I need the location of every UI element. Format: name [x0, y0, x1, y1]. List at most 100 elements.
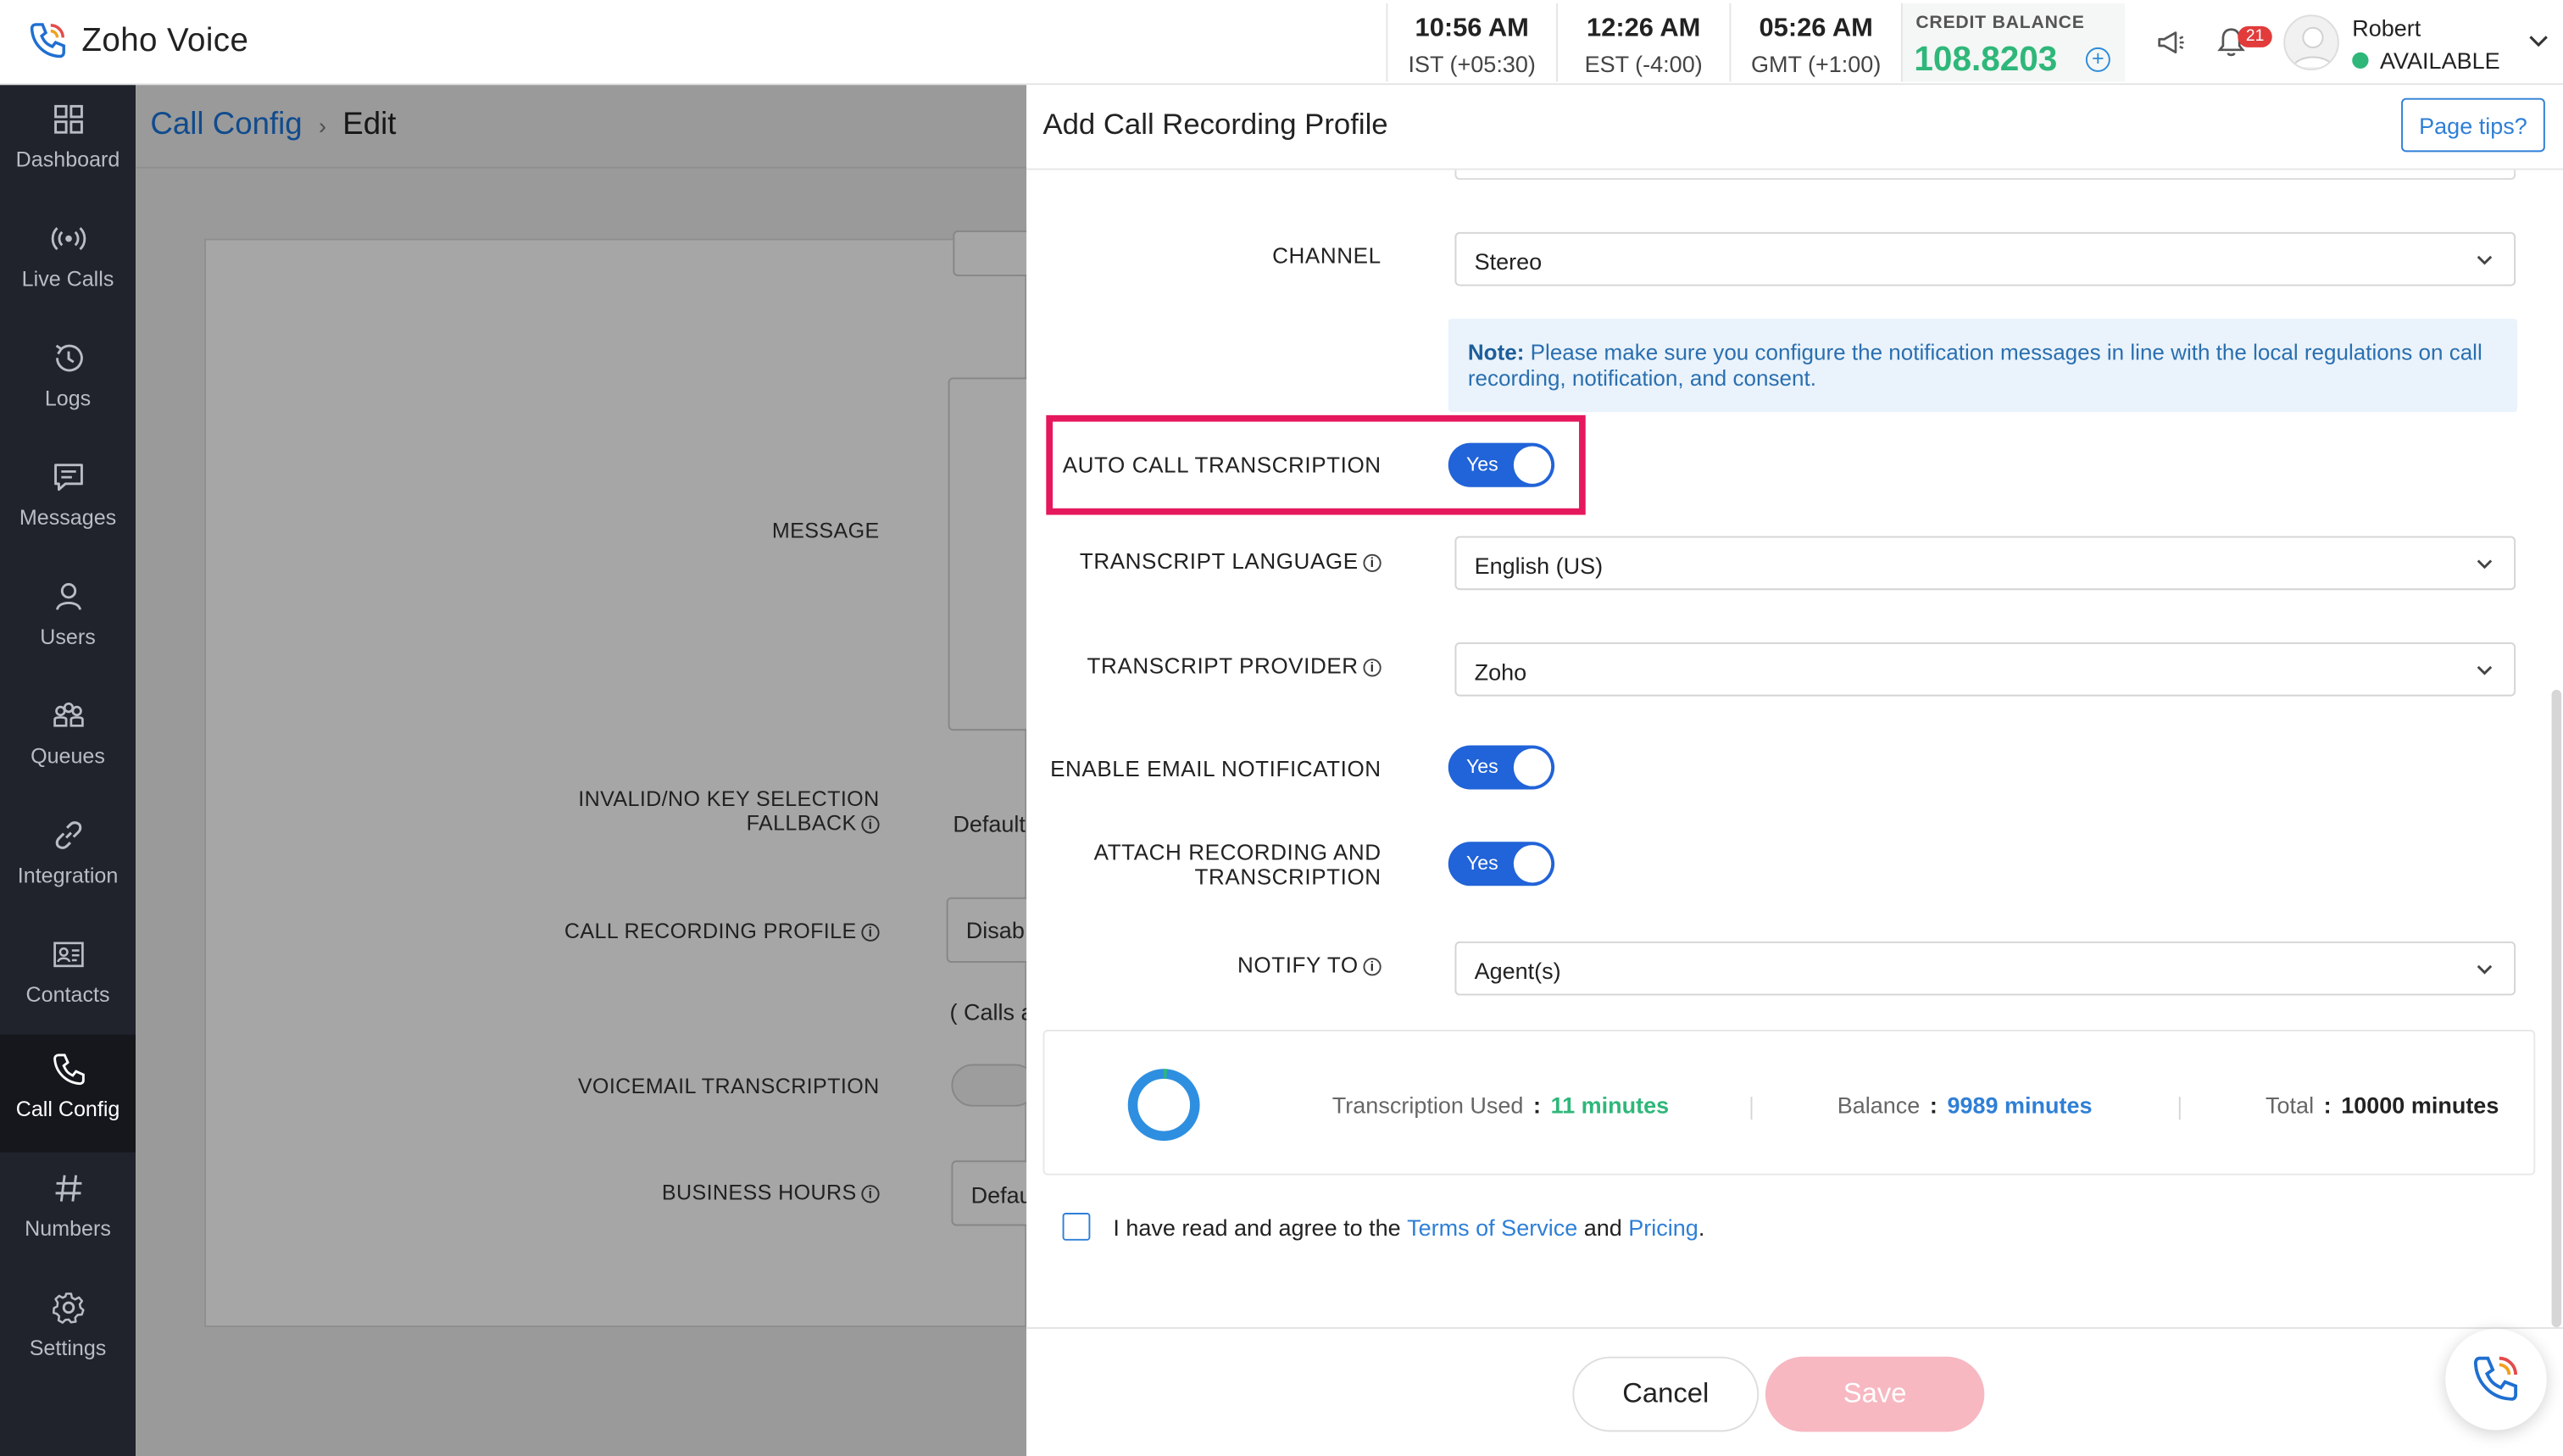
drawer-header: Add Call Recording Profile Page tips?: [1026, 85, 2563, 170]
terms-agreement: I have read and agree to the Terms of Se…: [1062, 1213, 1705, 1241]
clock-time: 05:26 AM: [1759, 14, 1873, 43]
balance-label: Balance: [1837, 1092, 1921, 1119]
sidebar-item-users[interactable]: Users: [0, 562, 136, 680]
phone-logo-icon: [30, 23, 65, 58]
transcription-used: Transcription Used:11 minutes: [1332, 1092, 1670, 1119]
divider: [1750, 1097, 1753, 1120]
toggle-label: Yes: [1465, 851, 1498, 875]
channel-select[interactable]: Stereo: [1454, 231, 2516, 286]
note-prefix: Note:: [1467, 340, 1525, 365]
auto-call-transcription-toggle[interactable]: Yes: [1448, 442, 1555, 487]
toggle-knob: [1513, 845, 1552, 883]
notify-to-select[interactable]: Agent(s): [1454, 941, 2516, 996]
drawer-title: Add Call Recording Profile: [1042, 108, 1388, 141]
terms-link[interactable]: Terms of Service: [1407, 1214, 1577, 1240]
sidebar-item-label: Call Config: [15, 1097, 120, 1122]
queues-icon: [53, 702, 83, 727]
note-text: Please make sure you configure the notif…: [1467, 340, 2482, 390]
clock-est: 12:26 AM EST (-4:00): [1556, 3, 1729, 82]
total-value: 10000 minutes: [2341, 1092, 2499, 1119]
sidebar-item-integration[interactable]: Integration: [0, 801, 136, 919]
channel-value: Stereo: [1474, 248, 1543, 275]
chevron-down-icon: [2477, 255, 2493, 265]
app-logo[interactable]: Zoho Voice: [26, 19, 248, 62]
credit-label: CREDIT BALANCE: [1915, 13, 2085, 33]
pricing-link[interactable]: Pricing: [1628, 1214, 1698, 1240]
toggle-label: Yes: [1465, 755, 1498, 779]
agree-checkbox[interactable]: [1062, 1213, 1091, 1241]
save-button[interactable]: Save: [1765, 1356, 1985, 1432]
notify-to-label: NOTIFY TO i: [1026, 953, 1382, 977]
settings-icon: [52, 1292, 84, 1324]
dashboard-icon: [53, 104, 82, 134]
sidebar-item-contacts[interactable]: Contacts: [0, 920, 136, 1038]
drawer-footer: Cancel Save: [1026, 1327, 2563, 1456]
clock-zone: GMT (+1:00): [1751, 50, 1882, 77]
toggle-knob: [1513, 748, 1552, 786]
sidebar-item-live-calls[interactable]: Live Calls: [0, 204, 136, 322]
notify-to-text: NOTIFY TO: [1237, 953, 1359, 978]
used-label: Transcription Used: [1332, 1092, 1524, 1119]
modal-overlay[interactable]: [136, 85, 1027, 1456]
chevron-down-icon: [2477, 964, 2493, 975]
credit-value: 108.8203: [1914, 41, 2058, 79]
usage-donut-chart: [1127, 1069, 1200, 1142]
sidebar-item-label: Settings: [29, 1335, 107, 1360]
transcript-provider-value: Zoho: [1474, 659, 1527, 686]
chevron-down-icon: [2477, 559, 2493, 570]
agree-end: .: [1698, 1213, 1705, 1240]
clock-ist: 10:56 AM IST (+05:30): [1386, 3, 1556, 82]
sidebar-item-dashboard[interactable]: Dashboard: [0, 85, 136, 203]
attach-recording-toggle[interactable]: Yes: [1448, 842, 1555, 886]
app-title: Zoho Voice: [81, 22, 249, 58]
sidebar-item-logs[interactable]: Logs: [0, 324, 136, 442]
avatar[interactable]: [2283, 14, 2339, 70]
sidebar-item-queues[interactable]: Queues: [0, 681, 136, 799]
sidebar-item-call-config[interactable]: Call Config: [0, 1034, 136, 1153]
sidebar-item-label: Queues: [31, 743, 105, 769]
transcript-provider-text: TRANSCRIPT PROVIDER: [1087, 653, 1359, 679]
chevron-down-icon[interactable]: [2527, 30, 2550, 53]
user-name[interactable]: Robert: [2352, 14, 2421, 41]
user-status[interactable]: AVAILABLE: [2352, 47, 2500, 74]
info-icon[interactable]: i: [1363, 553, 1382, 573]
sidebar-item-messages[interactable]: Messages: [0, 443, 136, 561]
info-icon[interactable]: i: [1363, 958, 1382, 976]
channel-label: CHANNEL: [1272, 243, 1382, 269]
sidebar-item-label: Live Calls: [21, 266, 114, 292]
email-notification-toggle[interactable]: Yes: [1448, 745, 1555, 790]
contacts-icon: [53, 942, 83, 968]
sidebar-item-settings[interactable]: Settings: [0, 1273, 136, 1391]
numbers-icon: [54, 1175, 81, 1202]
clock-zone: EST (-4:00): [1584, 50, 1703, 77]
toggle-knob: [1513, 446, 1552, 484]
integration-icon: [54, 821, 81, 849]
add-credit-icon[interactable]: +: [2085, 47, 2110, 72]
sidebar-item-numbers[interactable]: Numbers: [0, 1154, 136, 1272]
user-avatar-icon: [2292, 26, 2334, 68]
add-call-recording-profile-drawer: CHANNEL Stereo Note: Please make sure yo…: [1026, 85, 2563, 1456]
scrollbar[interactable]: [2551, 689, 2562, 1328]
cancel-button[interactable]: Cancel: [1572, 1356, 1760, 1432]
sidebar: Dashboard Live Calls Logs Messages Users…: [0, 85, 136, 1456]
announcement-icon[interactable]: [2154, 26, 2188, 59]
sidebar-item-label: Logs: [44, 386, 92, 411]
toggle-label: Yes: [1465, 453, 1498, 476]
attach-recording-line2: TRANSCRIPTION: [1194, 864, 1382, 890]
transcription-balance: Balance:9989 minutes: [1837, 1092, 2093, 1119]
sidebar-item-label: Dashboard: [15, 147, 120, 172]
call-widget-button[interactable]: [2445, 1328, 2547, 1431]
clock-time: 10:56 AM: [1415, 14, 1529, 43]
transcript-language-select[interactable]: English (US): [1454, 536, 2516, 591]
page-tips-button[interactable]: Page tips?: [2401, 97, 2545, 153]
sidebar-item-label: Numbers: [25, 1215, 111, 1241]
info-icon[interactable]: i: [1363, 659, 1382, 677]
transcript-language-label: TRANSCRIPT LANGUAGE i: [1026, 549, 1382, 574]
transcript-provider-select[interactable]: Zoho: [1454, 642, 2516, 697]
attach-recording-line1: ATTACH RECORDING AND: [1093, 840, 1382, 865]
balance-value: 9989 minutes: [1947, 1092, 2093, 1119]
credit-balance: CREDIT BALANCE 108.8203 +: [1900, 3, 2126, 82]
sidebar-item-label: Contacts: [25, 982, 110, 1008]
messages-icon: [53, 464, 82, 492]
status-dot-icon: [2352, 52, 2369, 69]
